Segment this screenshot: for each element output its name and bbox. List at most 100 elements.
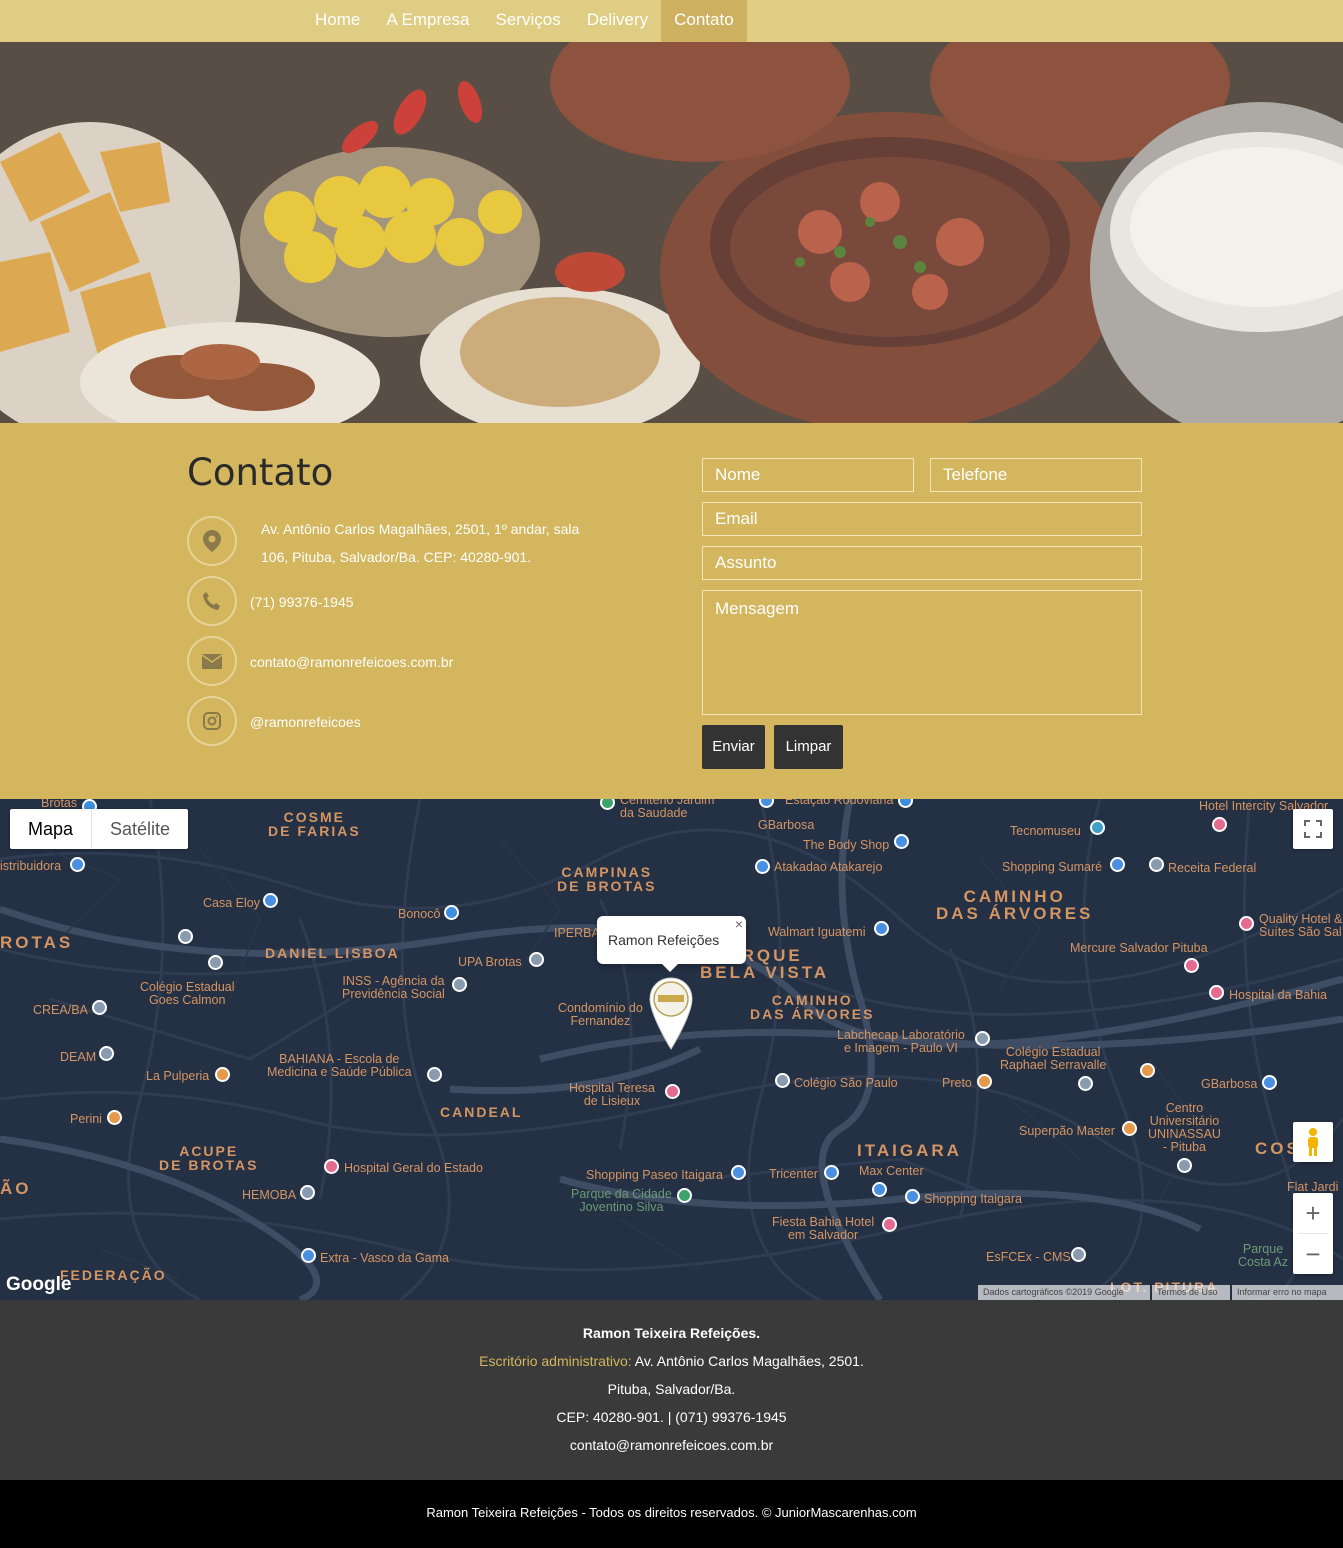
map-place-la-pulperia[interactable]: La Pulperia [146,1070,209,1083]
map-place-hospital-geral[interactable]: Hospital Geral do Estado [344,1162,483,1175]
poi-school-icon[interactable] [1078,1076,1093,1091]
map-place-raphael-serravalle[interactable]: Colégio Estadual Raphael Serravalle [1000,1046,1106,1072]
map-place-estacao-rodoviaria[interactable]: Estação Rodoviária [785,799,893,807]
poi-shop-icon[interactable] [874,921,889,936]
map-place-parque-cidade[interactable]: Parque da Cidade Joventino Silva [571,1188,672,1214]
name-field[interactable]: Nome [702,458,914,492]
map-place-perini[interactable]: Perini [70,1113,102,1126]
map-place-shopping-sumare[interactable]: Shopping Sumaré [1002,861,1102,874]
map-place-cemiterio[interactable]: Cemitério Jardim da Saudade [620,799,714,820]
poi-shop-icon[interactable] [263,893,278,908]
map-place-inss[interactable]: INSS - Agência da Previdência Social [342,975,445,1001]
poi-hotel-icon[interactable] [1184,958,1199,973]
map-place-casa-eloy[interactable]: Casa Eloy [203,897,260,910]
poi-school-icon[interactable] [427,1067,442,1082]
poi-hospital-icon[interactable] [529,952,544,967]
map-place-crea[interactable]: CREA/BA [33,1004,88,1017]
map-place-extra[interactable]: Extra - Vasco da Gama [320,1252,449,1265]
map-type-map-button[interactable]: Mapa [10,809,91,849]
map-place-tricenter[interactable]: Tricenter [769,1168,818,1181]
street-view-button[interactable] [1293,1122,1333,1162]
map-place-receita-federal[interactable]: Receita Federal [1168,862,1256,875]
poi-hotel-icon[interactable] [882,1217,897,1232]
poi-museum-icon[interactable] [1090,820,1105,835]
poi-hospital-icon[interactable] [665,1084,680,1099]
poi-place-icon[interactable] [975,1031,990,1046]
poi-restaurant-icon[interactable] [1140,1063,1155,1078]
map-place-gbarbosa-1[interactable]: GBarbosa [758,819,814,832]
map-place-mercure[interactable]: Mercure Salvador Pituba [1070,942,1208,955]
map-place-bahiana[interactable]: BAHIANA - Escola de Medicina e Saúde Públ… [267,1053,412,1079]
poi-hospital-icon[interactable] [1209,985,1224,1000]
subject-field[interactable]: Assunto [702,546,1142,580]
poi-hotel-icon[interactable] [1239,916,1254,931]
poi-school-icon[interactable] [1071,1247,1086,1262]
map-place-uninassau[interactable]: Centro Universitário UNINASSAU - Pituba [1148,1102,1221,1154]
map-place-gbarbosa-2[interactable]: GBarbosa [1201,1078,1257,1091]
poi-restaurant-icon[interactable] [1122,1121,1137,1136]
email-text[interactable]: contato@ramonrefeicoes.com.br [250,648,453,676]
poi-school-icon[interactable] [775,1073,790,1088]
google-logo[interactable]: Google [6,1274,71,1296]
poi-shop-icon[interactable] [70,857,85,872]
map-place-iperba[interactable]: IPERBA [554,927,600,940]
instagram-text[interactable]: @ramonrefeicoes [250,708,361,736]
map-place-bonoco[interactable]: Bonocô [398,908,440,921]
map-place-deam[interactable]: DEAM [60,1051,96,1064]
map-place-quality-hotel[interactable]: Quality Hotel & Suítes São Sal [1259,913,1342,939]
poi-hospital-icon[interactable] [324,1159,339,1174]
poi-place-icon[interactable] [300,1185,315,1200]
map-place-max-center[interactable]: Max Center [859,1165,924,1178]
poi-hotel-icon[interactable] [1212,817,1227,832]
map-place-superpao[interactable]: Superpão Master [1019,1125,1115,1138]
footer-email[interactable]: contato@ramonrefeicoes.com.br [0,1437,1343,1453]
map-place-esfcex[interactable]: EsFCEx - CMS [986,1251,1071,1264]
map-place-upa-brotas[interactable]: UPA Brotas [458,956,522,969]
map-report-link[interactable]: Informar erro no mapa [1232,1285,1343,1300]
poi-shop-icon[interactable] [905,1189,920,1204]
map-place-shopping-itaigara[interactable]: Shopping Itaigara [924,1193,1022,1206]
poi-government-icon[interactable] [1149,857,1164,872]
poi-government-icon[interactable] [452,977,467,992]
poi-shop-icon[interactable] [755,859,770,874]
poi-school-icon[interactable] [178,929,193,944]
poi-place-icon[interactable] [99,1046,114,1061]
google-map[interactable]: COSME DE FARIAS CAMPINAS DE BROTAS CAMINHO… [0,799,1343,1300]
map-type-satellite-button[interactable]: Satélite [91,809,188,849]
poi-restaurant-icon[interactable] [107,1110,122,1125]
info-window-close-button[interactable]: × [735,916,743,932]
map-place-atakadao[interactable]: Atakadao Atakarejo [774,861,882,874]
nav-item-home[interactable]: Home [302,0,373,42]
nav-item-delivery[interactable]: Delivery [574,0,661,42]
poi-shop-icon[interactable] [824,1165,839,1180]
map-place-hospital-bahia[interactable]: Hospital da Bahia [1229,989,1327,1002]
poi-shop-icon[interactable] [1262,1075,1277,1090]
poi-restaurant-icon[interactable] [215,1067,230,1082]
phone-field[interactable]: Telefone [930,458,1142,492]
poi-park-icon[interactable] [677,1188,692,1203]
map-place-tecnomuseu[interactable]: Tecnomuseu [1010,825,1081,838]
map-place-fiesta-bahia[interactable]: Fiesta Bahia Hotel em Salvador [772,1216,874,1242]
map-place-hemoba[interactable]: HEMOBA [242,1189,296,1202]
zoom-in-button[interactable]: + [1293,1193,1333,1233]
poi-school-icon[interactable] [1177,1158,1192,1173]
map-place-goes-calmon[interactable]: Colégio Estadual Goes Calmon [140,981,235,1007]
poi-school-icon[interactable] [208,955,223,970]
nav-item-contato[interactable]: Contato [661,0,747,42]
message-field[interactable]: Mensagem [702,590,1142,715]
poi-restaurant-icon[interactable] [977,1074,992,1089]
map-place-body-shop[interactable]: The Body Shop [803,839,889,852]
nav-item-servicos[interactable]: Serviços [483,0,574,42]
map-place-hospital-teresa[interactable]: Hospital Teresa de Lisieux [569,1082,655,1108]
poi-shop-icon[interactable] [894,834,909,849]
reset-button[interactable]: Limpar [774,725,843,769]
poi-place-icon[interactable] [92,1000,107,1015]
poi-shop-icon[interactable] [731,1165,746,1180]
email-field[interactable]: Email [702,502,1142,536]
map-place-labchecap[interactable]: Labchecap Laboratório e Imagem - Paulo VI [837,1029,965,1055]
map-place-paseo-itaigara[interactable]: Shopping Paseo Itaigara [586,1169,723,1182]
map-place-condominio[interactable]: Condomínio do Fernandez [558,1002,643,1028]
submit-button[interactable]: Enviar [702,725,765,769]
map-place-distribuidora[interactable]: istribuidora [0,860,61,873]
map-place-preto[interactable]: Preto [942,1077,972,1090]
